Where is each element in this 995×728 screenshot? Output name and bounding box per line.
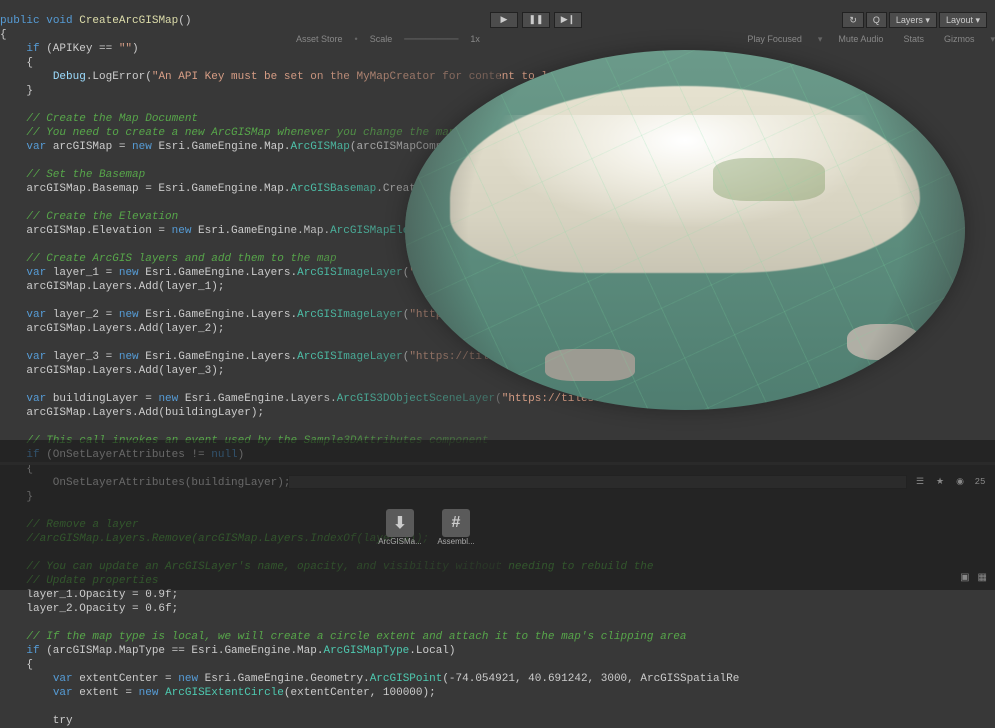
scale-label: Scale xyxy=(370,34,393,44)
scale-value: 1x xyxy=(470,34,480,44)
project-item-label: ArcGISMa... xyxy=(378,537,422,546)
panel-divider[interactable] xyxy=(0,462,995,465)
stats-toggle[interactable]: Stats xyxy=(899,34,928,44)
hidden-icon[interactable]: ◉ xyxy=(953,477,967,487)
project-items: ⬇ ArcGISMa... # Assembl... xyxy=(380,509,476,546)
asset-store-tab[interactable]: Asset Store xyxy=(296,34,343,44)
badge-count: 25 xyxy=(973,477,987,487)
assembly-file-icon: # xyxy=(442,509,470,537)
pause-icon: ❚❚ xyxy=(529,13,543,27)
project-item-label: Assembl... xyxy=(437,537,474,546)
viewport-vignette xyxy=(405,50,965,410)
script-file-icon: ⬇ xyxy=(386,509,414,537)
project-item-arcgismap[interactable]: ⬇ ArcGISMa... xyxy=(380,509,420,546)
project-item-assembly[interactable]: # Assembl... xyxy=(436,509,476,546)
pause-button[interactable]: ❚❚ xyxy=(522,12,550,28)
play-focused-toggle[interactable]: Play Focused xyxy=(743,34,806,44)
gizmos-toggle[interactable]: Gizmos xyxy=(940,34,979,44)
grid-icon[interactable]: ▦ xyxy=(978,572,987,584)
layout-dropdown[interactable]: Layout ▾ xyxy=(939,12,987,28)
filter-icon[interactable]: ☰ xyxy=(913,477,927,487)
step-button[interactable]: ▶❙ xyxy=(554,12,582,28)
play-icon: ▶ xyxy=(497,13,511,27)
console-icon[interactable]: ▣ xyxy=(960,572,969,584)
layers-dropdown[interactable]: Layers ▾ xyxy=(889,12,937,28)
favorites-icon[interactable]: ★ xyxy=(933,477,947,487)
secondary-bar: Asset Store • Scale ━━━━━━━━━━ 1x Play F… xyxy=(288,32,995,46)
play-controls: ▶ ❚❚ ▶❙ xyxy=(490,12,582,28)
step-icon: ▶❙ xyxy=(561,13,575,27)
refresh-button[interactable]: ↻ xyxy=(842,12,864,28)
search-button[interactable]: Q xyxy=(866,12,887,28)
mute-audio-toggle[interactable]: Mute Audio xyxy=(834,34,887,44)
top-toolbar: ↻ Q Layers ▾ Layout ▾ xyxy=(842,12,987,28)
project-search-input[interactable] xyxy=(288,475,907,489)
search-icon: Q xyxy=(873,15,880,25)
play-button[interactable]: ▶ xyxy=(490,12,518,28)
scene-viewport[interactable] xyxy=(405,50,965,410)
project-search-row: ☰ ★ ◉ 25 xyxy=(288,474,987,490)
bottom-statusbar: ▣ ▦ xyxy=(960,572,987,584)
refresh-icon: ↻ xyxy=(849,15,857,26)
